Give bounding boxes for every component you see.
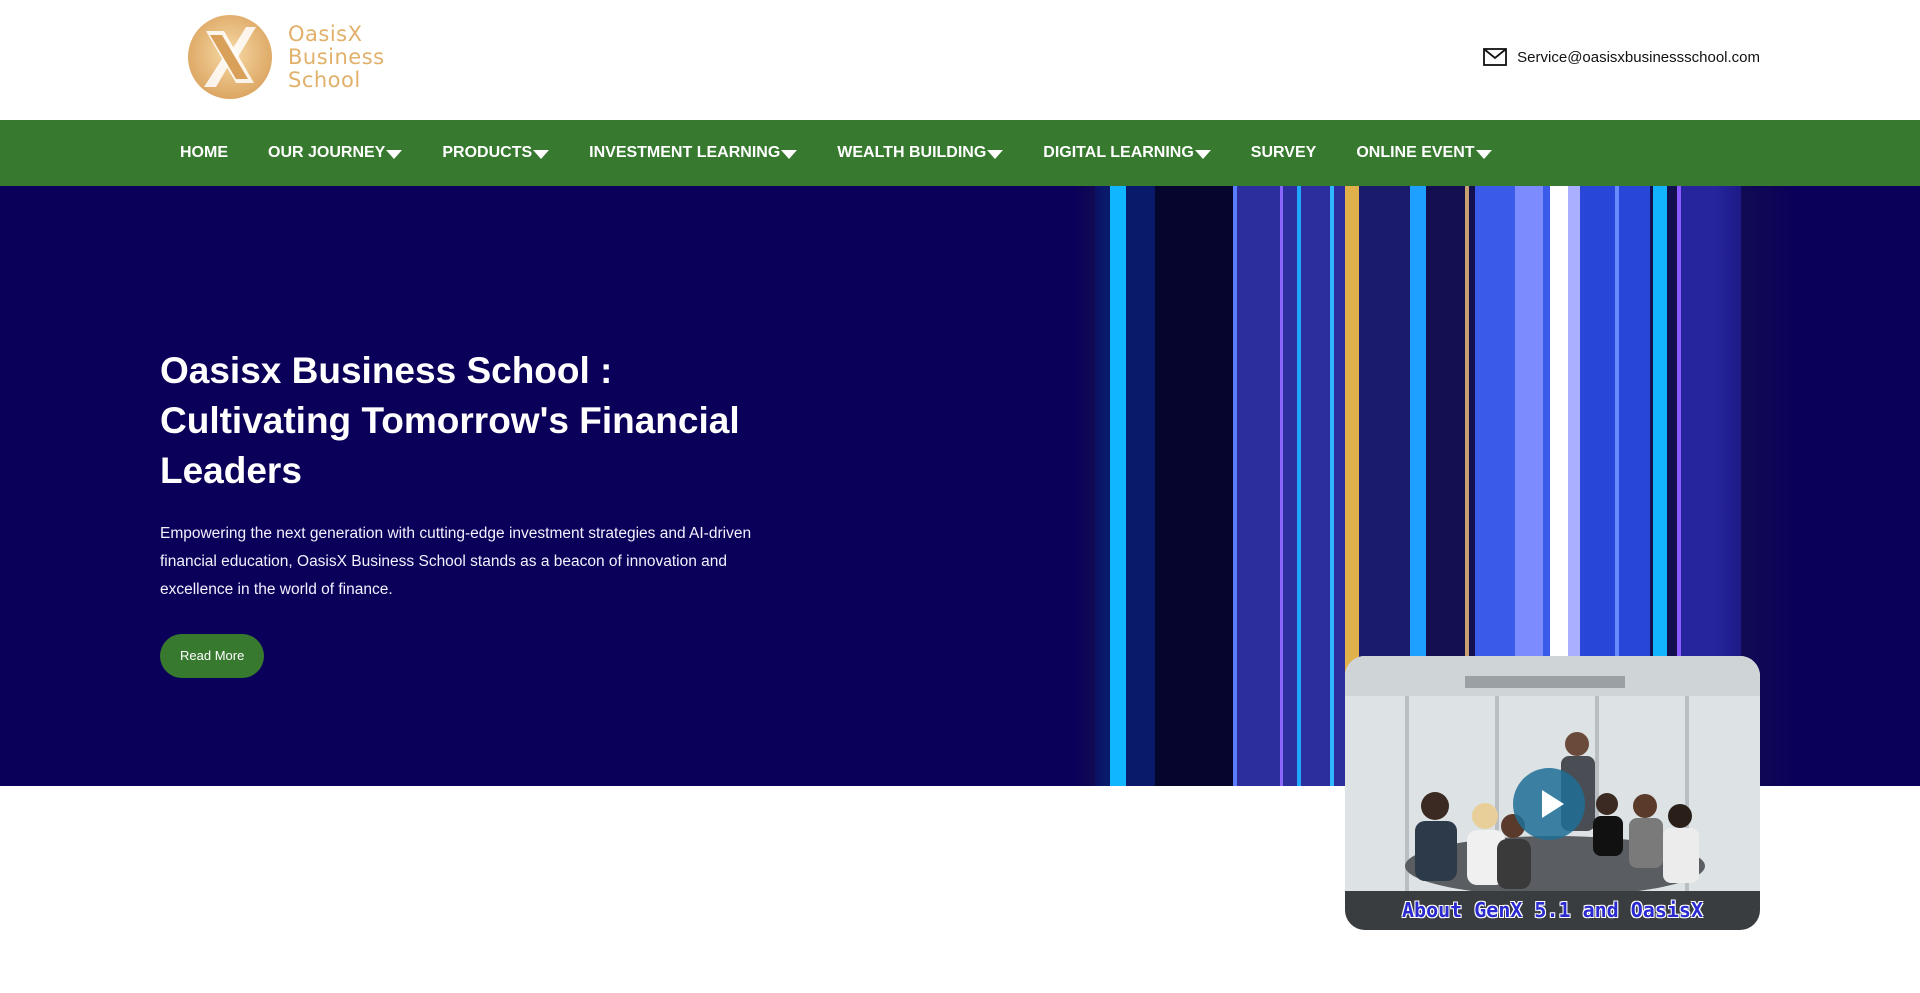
nav-label: INVESTMENT LEARNING bbox=[589, 144, 781, 161]
logo-line: OasisX bbox=[288, 21, 363, 46]
logo-line: School bbox=[288, 67, 361, 92]
nav-label: DIGITAL LEARNING bbox=[1043, 144, 1194, 161]
nav-label: WEALTH BUILDING bbox=[837, 144, 987, 161]
caret-down-icon bbox=[1194, 149, 1211, 159]
caret-down-icon bbox=[533, 149, 550, 159]
logo-x-icon bbox=[186, 13, 274, 101]
caret-down-icon bbox=[1475, 149, 1492, 159]
nav-label: OUR JOURNEY bbox=[268, 144, 386, 161]
nav-item-digital-learning[interactable]: DIGITAL LEARNING bbox=[1043, 144, 1211, 162]
nav-item-our-journey[interactable]: OUR JOURNEY bbox=[268, 144, 403, 162]
caret-down-icon bbox=[386, 149, 403, 159]
mail-icon bbox=[1483, 48, 1508, 66]
logo-text: OasisX Business School bbox=[288, 21, 385, 92]
play-button[interactable] bbox=[1513, 768, 1585, 840]
nav-item-survey[interactable]: SURVEY bbox=[1251, 144, 1317, 162]
email-link[interactable]: Service@oasisxbusinessschool.com bbox=[1517, 49, 1760, 66]
nav-label: SURVEY bbox=[1250, 144, 1317, 161]
video-thumbnail[interactable]: About GenX 5.1 and OasisX bbox=[1345, 656, 1760, 930]
video-caption: About GenX 5.1 and OasisX bbox=[1401, 898, 1704, 922]
site-logo[interactable]: OasisX Business School bbox=[186, 12, 396, 102]
nav-label: HOME bbox=[180, 144, 228, 161]
main-nav: HOME OUR JOURNEY PRODUCTS INVESTMENT LEA… bbox=[0, 120, 1920, 186]
read-more-button[interactable]: Read More bbox=[160, 634, 265, 678]
contact-email[interactable]: Service@oasisxbusinessschool.com bbox=[1483, 48, 1760, 66]
logo-line: Business bbox=[288, 44, 385, 69]
hero-content: Oasisx Business School : Cultivating Tom… bbox=[160, 346, 800, 678]
hero-description: Empowering the next generation with cutt… bbox=[160, 525, 752, 598]
nav-item-online-event[interactable]: ONLINE EVENT bbox=[1356, 144, 1492, 162]
nav-label: PRODUCTS bbox=[442, 144, 533, 161]
nav-item-home[interactable]: HOME bbox=[180, 144, 228, 162]
site-header: OasisX Business School Service@oasisxbus… bbox=[0, 0, 1920, 120]
nav-item-products[interactable]: PRODUCTS bbox=[442, 144, 550, 162]
caret-down-icon bbox=[987, 149, 1004, 159]
nav-item-investment-learning[interactable]: INVESTMENT LEARNING bbox=[589, 144, 798, 162]
hero-title: Oasisx Business School : Cultivating Tom… bbox=[160, 350, 740, 491]
nav-label: ONLINE EVENT bbox=[1356, 144, 1475, 161]
nav-item-wealth-building[interactable]: WEALTH BUILDING bbox=[837, 144, 1004, 162]
caret-down-icon bbox=[781, 149, 798, 159]
